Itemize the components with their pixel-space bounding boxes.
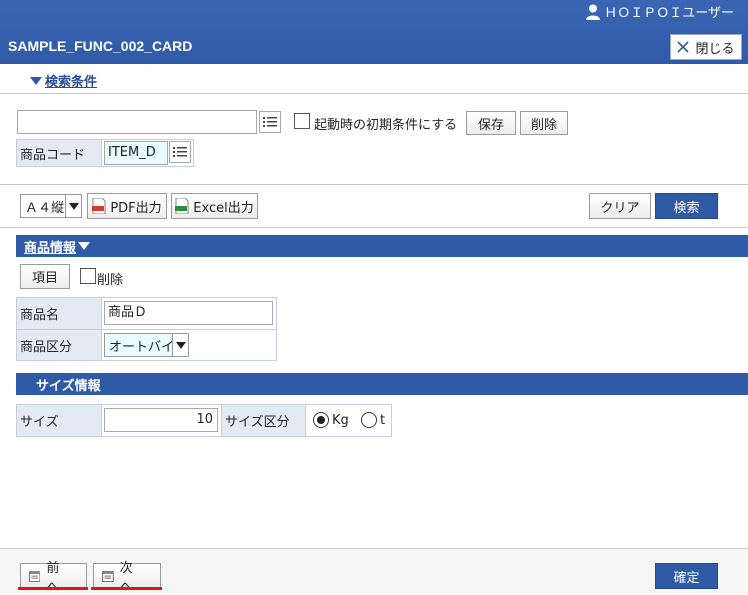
prev-underline [18, 587, 88, 590]
pdf-file-icon [92, 198, 106, 214]
confirm-button[interactable]: 確定 [655, 563, 718, 589]
product-code-label: 商品コード [16, 139, 102, 167]
chevron-down-icon [65, 195, 81, 217]
product-section-header: 商品情報 [16, 235, 748, 257]
divider [0, 227, 748, 228]
unit-kg-label: Kg [332, 413, 349, 428]
size-unit-label: サイズ区分 [221, 404, 306, 437]
product-section-title[interactable]: 商品情報 [16, 237, 76, 256]
size-input[interactable]: 10 [104, 408, 218, 432]
product-category-label: 商品区分 [16, 329, 102, 361]
condition-list-button[interactable] [259, 111, 281, 133]
excel-export-button[interactable]: Excel出力 [171, 193, 258, 219]
search-condition-label: 検索条件 [45, 75, 98, 90]
triangle-down-icon [30, 76, 42, 85]
paper-size-value: Ａ４縦 [25, 200, 65, 216]
triangle-down-icon [78, 242, 91, 250]
size-label: サイズ [16, 404, 102, 437]
divider [0, 93, 748, 94]
document-icon [29, 570, 41, 582]
size-section-title: サイズ情報 [36, 378, 101, 394]
close-button[interactable]: 閉じる [670, 34, 742, 60]
search-condition-input[interactable] [17, 110, 257, 134]
user-name: ＨＯＩＰＯＩユーザー [604, 6, 734, 21]
unit-t-radio[interactable] [361, 412, 377, 428]
delete-checkbox[interactable] [80, 268, 96, 284]
header-bar: ＨＯＩＰＯＩユーザー SAMPLE_FUNC_002_CARD 閉じる [0, 0, 748, 64]
search-button[interactable]: 検索 [655, 193, 718, 219]
item-button[interactable]: 項目 [20, 264, 70, 289]
user-icon [586, 4, 601, 20]
close-label: 閉じる [695, 41, 735, 57]
page-title: SAMPLE_FUNC_002_CARD [8, 38, 193, 54]
delete-checkbox-label: 削除 [97, 273, 124, 288]
excel-export-label: Excel出力 [193, 200, 254, 216]
product-category-value: オートバイ [109, 339, 172, 355]
divider [0, 184, 748, 185]
excel-file-icon [175, 198, 189, 214]
close-icon [677, 41, 690, 53]
product-category-select[interactable]: オートバイ [104, 333, 189, 357]
product-code-list-button[interactable] [169, 141, 191, 163]
unit-kg-radio[interactable] [313, 412, 329, 428]
size-section-header: サイズ情報 [16, 373, 748, 395]
pdf-export-button[interactable]: PDF出力 [87, 193, 167, 219]
unit-t-label: t [380, 413, 386, 428]
user-menu[interactable]: ＨＯＩＰＯＩユーザー [586, 2, 734, 21]
pdf-export-label: PDF出力 [110, 200, 162, 216]
chevron-down-icon [172, 334, 188, 356]
product-name-input[interactable]: 商品Ｄ [104, 301, 273, 325]
initial-condition-checkbox[interactable] [294, 113, 310, 129]
prev-button[interactable]: 前 へ [20, 561, 87, 595]
document-icon [102, 570, 114, 582]
product-code-input[interactable]: ITEM_D [104, 141, 168, 165]
delete-condition-button[interactable]: 削除 [520, 111, 568, 135]
product-name-label: 商品名 [16, 297, 102, 330]
save-button[interactable]: 保存 [466, 111, 516, 135]
search-condition-toggle[interactable]: 検索条件 [30, 71, 97, 90]
next-button[interactable]: 次 へ [93, 561, 161, 595]
list-icon [173, 147, 187, 157]
list-icon [263, 117, 277, 127]
clear-button[interactable]: クリア [589, 193, 651, 219]
paper-size-select[interactable]: Ａ４縦 [20, 194, 82, 218]
initial-condition-label: 起動時の初期条件にする [314, 118, 458, 133]
next-underline [91, 587, 162, 590]
